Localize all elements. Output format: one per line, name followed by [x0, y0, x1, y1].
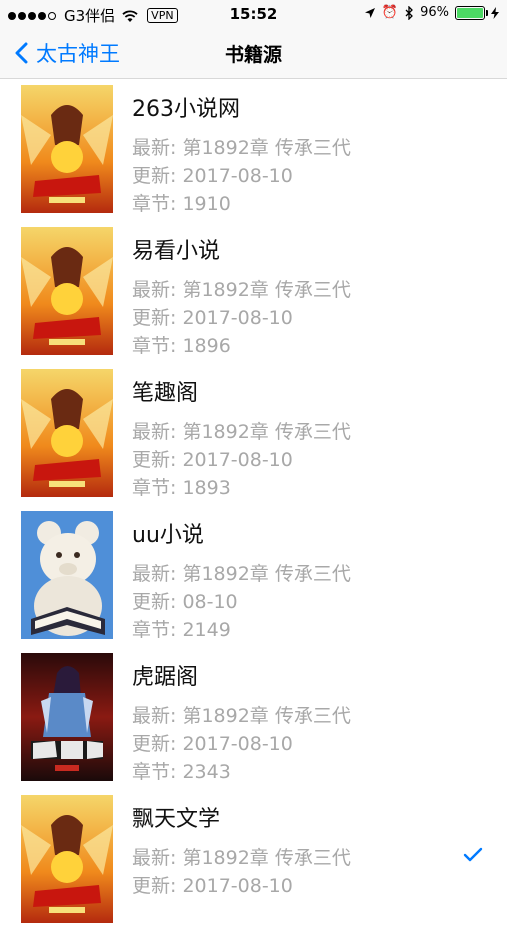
chapter-count: 章节: 1910 — [132, 193, 231, 215]
update-date: 更新: 2017-08-10 — [132, 165, 293, 187]
book-cover — [21, 369, 113, 497]
book-cover — [21, 227, 113, 355]
source-name: 易看小说 — [132, 239, 221, 264]
book-cover — [21, 511, 113, 639]
alarm-icon: ⏰ — [381, 5, 399, 20]
chapter-count: 章节: 2343 — [132, 761, 231, 783]
latest-chapter: 最新: 第1892章 传承三代 — [132, 705, 351, 727]
cover-taigu-image — [21, 227, 113, 355]
book-cover — [21, 653, 113, 781]
status-right: ⏰ 96% — [364, 5, 499, 20]
source-row[interactable]: 虎踞阁 最新: 第1892章 传承三代 更新: 2017-08-10 章节: 2… — [0, 647, 507, 789]
source-row-selected[interactable]: 飘天文学 最新: 第1892章 传承三代 更新: 2017-08-10 — [0, 789, 507, 931]
location-icon — [364, 7, 375, 18]
source-row[interactable]: 易看小说 最新: 第1892章 传承三代 更新: 2017-08-10 章节: … — [0, 221, 507, 363]
latest-chapter: 最新: 第1892章 传承三代 — [132, 137, 351, 159]
navigation-bar: 太古神王 书籍源 — [0, 28, 507, 79]
update-date: 更新: 08-10 — [132, 591, 238, 613]
battery-icon — [455, 5, 488, 20]
book-cover — [21, 795, 113, 923]
source-name: 笔趣阁 — [132, 381, 199, 406]
chapter-count: 章节: 1893 — [132, 477, 231, 499]
update-date: 更新: 2017-08-10 — [132, 875, 293, 897]
cover-bear-image — [21, 511, 113, 639]
status-bar: G3伴侣 VPN 15:52 ⏰ 96% — [0, 0, 507, 28]
latest-chapter: 最新: 第1892章 传承三代 — [132, 847, 351, 869]
latest-chapter: 最新: 第1892章 传承三代 — [132, 421, 351, 443]
source-name: 飘天文学 — [132, 807, 221, 832]
latest-chapter: 最新: 第1892章 传承三代 — [132, 279, 351, 301]
page-title: 书籍源 — [224, 44, 282, 66]
source-name: 263小说网 — [132, 97, 240, 122]
bluetooth-icon — [405, 5, 414, 20]
source-name: uu小说 — [132, 523, 204, 548]
cover-taigu-image — [21, 85, 113, 213]
chapter-count: 章节: 2149 — [132, 619, 231, 641]
charging-icon — [491, 6, 499, 19]
update-date: 更新: 2017-08-10 — [132, 449, 293, 471]
cover-taigu-image — [21, 795, 113, 923]
source-row[interactable]: uu小说 最新: 第1892章 传承三代 更新: 08-10 章节: 2149 — [0, 505, 507, 647]
source-list: 263小说网 最新: 第1892章 传承三代 更新: 2017-08-10 章节… — [0, 79, 507, 931]
cover-warrior-image — [21, 653, 113, 781]
source-name: 虎踞阁 — [132, 665, 199, 690]
checkmark-icon — [463, 847, 483, 862]
latest-chapter: 最新: 第1892章 传承三代 — [132, 563, 351, 585]
source-row[interactable]: 笔趣阁 最新: 第1892章 传承三代 更新: 2017-08-10 章节: 1… — [0, 363, 507, 505]
update-date: 更新: 2017-08-10 — [132, 733, 293, 755]
chapter-count: 章节: 1896 — [132, 335, 231, 357]
update-date: 更新: 2017-08-10 — [132, 307, 293, 329]
source-row[interactable]: 263小说网 最新: 第1892章 传承三代 更新: 2017-08-10 章节… — [0, 79, 507, 221]
book-cover — [21, 85, 113, 213]
battery-percent: 96% — [420, 5, 449, 20]
cover-taigu-image — [21, 369, 113, 497]
